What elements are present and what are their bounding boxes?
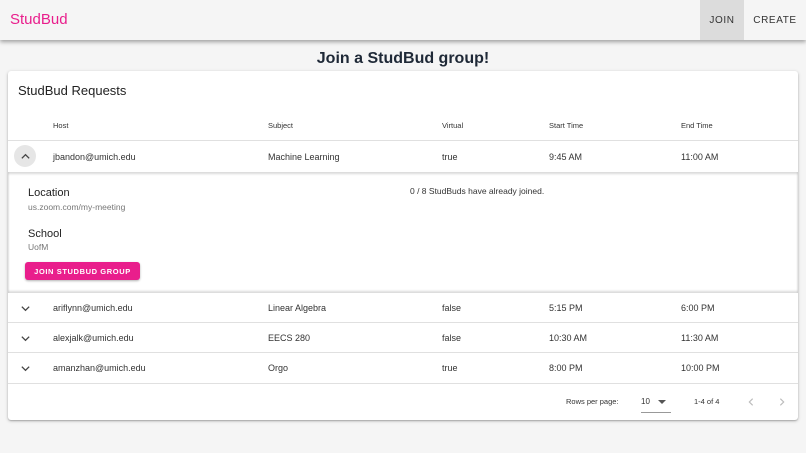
cell-start-time: 9:45 AM [549,152,583,162]
collapse-row-button[interactable] [14,145,36,167]
table-row[interactable]: alexjalk@umich.edu EECS 280 false 10:30 … [8,323,798,353]
header-virtual: Virtual [442,121,464,130]
cell-end-time: 10:00 PM [681,363,720,373]
cell-end-time: 11:30 AM [681,333,719,343]
rows-per-page-label: Rows per page: [566,397,619,406]
row-detail-panel: Location us.zoom.com/my-meeting School U… [8,172,798,293]
cell-start-time: 5:15 PM [549,303,583,313]
next-page-button[interactable] [772,392,792,412]
school-label: School [28,228,62,240]
chevron-up-icon [20,153,30,159]
cell-subject: Orgo [268,363,289,373]
cell-virtual: true [442,363,458,373]
expand-row-button[interactable] [14,297,36,319]
joined-count-text: 0 / 8 StudBuds have already joined. [410,186,545,196]
previous-page-button[interactable] [741,392,761,412]
cell-subject: Linear Algebra [268,303,327,313]
nav-create-button[interactable]: CREATE [744,0,806,40]
page-range-text: 1-4 of 4 [694,397,720,406]
cell-end-time: 6:00 PM [681,303,715,313]
cell-virtual: false [442,333,462,343]
caret-down-icon [658,400,666,404]
cell-host: alexjalk@umich.edu [53,333,134,343]
chevron-down-icon [20,335,30,341]
expand-row-button[interactable] [14,327,36,349]
rows-per-page-select[interactable]: 10 [641,391,671,413]
table-row[interactable]: jbandon@umich.edu Machine Learning true … [8,141,798,172]
app-bar: StudBud JOIN CREATE [0,0,806,40]
cell-start-time: 10:30 AM [549,333,588,343]
expand-row-button[interactable] [14,357,36,379]
table-header: Host Subject Virtual Start Time End Time [8,109,798,141]
table-pagination: Rows per page: 10 1-4 of 4 [8,384,798,420]
nav-join-button[interactable]: JOIN [700,0,744,40]
cell-host: jbandon@umich.edu [53,152,136,162]
table-row[interactable]: ariflynn@umich.edu Linear Algebra false … [8,293,798,323]
chevron-down-icon [20,365,30,371]
cell-start-time: 8:00 PM [549,363,583,373]
table-row[interactable]: amanzhan@umich.edu Orgo true 8:00 PM 10:… [8,353,798,384]
top-nav: JOIN CREATE [700,0,806,40]
cell-subject: Machine Learning [268,152,340,162]
cell-subject: EECS 280 [268,333,311,343]
school-value: UofM [28,242,49,252]
cell-virtual: false [442,303,462,313]
location-label: Location [28,187,70,199]
requests-card: StudBud Requests Host Subject Virtual St… [8,71,798,420]
cell-end-time: 11:00 AM [681,152,719,162]
header-start-time: Start Time [549,121,584,130]
header-host: Host [53,121,69,130]
location-value: us.zoom.com/my-meeting [28,202,126,212]
chevron-right-icon [779,398,785,406]
cell-host: ariflynn@umich.edu [53,303,133,313]
header-end-time: End Time [681,121,713,130]
join-group-button[interactable]: JOIN STUDBUD GROUP [25,262,140,280]
card-title: StudBud Requests [18,83,127,98]
cell-virtual: true [442,152,458,162]
cell-host: amanzhan@umich.edu [53,363,146,373]
rows-per-page-value: 10 [641,397,650,406]
page-title: Join a StudBud group! [316,50,490,67]
brand-logo[interactable]: StudBud [10,11,68,28]
chevron-down-icon [20,305,30,311]
header-subject: Subject [268,121,294,130]
chevron-left-icon [748,398,754,406]
